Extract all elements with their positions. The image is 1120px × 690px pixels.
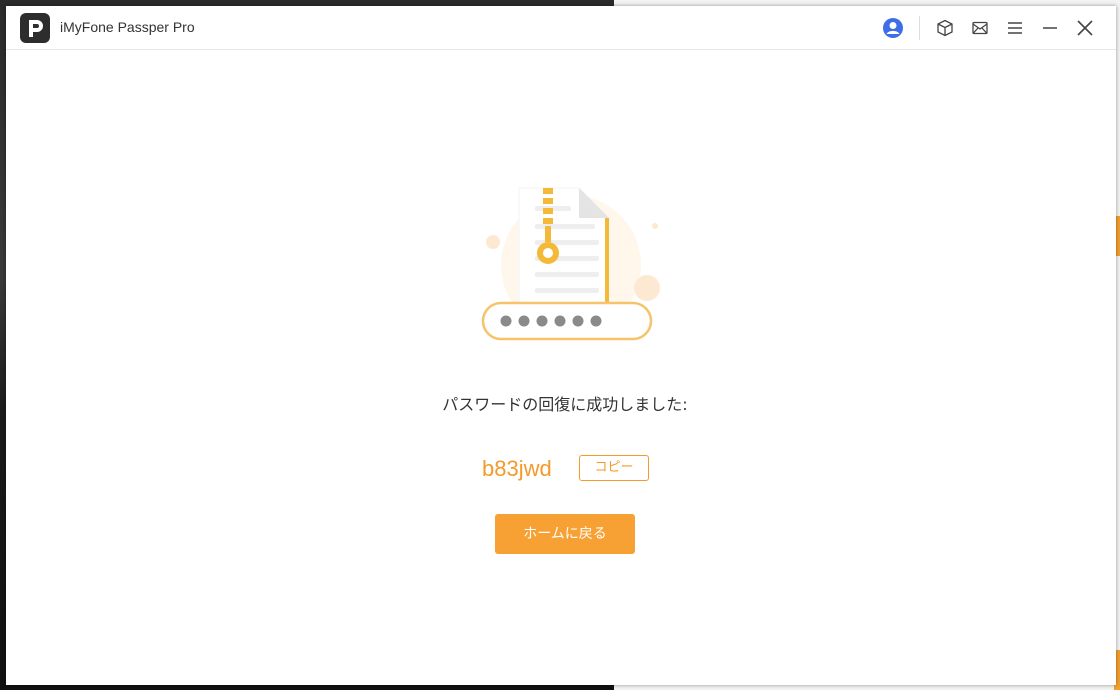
user-icon[interactable] xyxy=(880,15,906,41)
minimize-icon[interactable] xyxy=(1037,15,1063,41)
copy-button[interactable]: コピー xyxy=(579,455,649,481)
close-icon[interactable] xyxy=(1072,15,1098,41)
mail-icon[interactable] xyxy=(967,15,993,41)
menu-icon[interactable] xyxy=(1002,15,1028,41)
app-title: iMyFone Passper Pro xyxy=(60,19,195,35)
main-content: パスワードの回復に成功しました: b83jwd コピー ホームに戻る xyxy=(6,50,1116,685)
back-to-home-button[interactable]: ホームに戻る xyxy=(495,514,635,554)
box-icon[interactable] xyxy=(932,15,958,41)
success-message: パスワードの回復に成功しました: xyxy=(442,395,688,414)
title-bar: iMyFone Passper Pro xyxy=(6,6,1116,50)
titlebar-separator xyxy=(919,16,920,40)
app-window: iMyFone Passper Pro パスワードの回復に成功しました: b83… xyxy=(6,6,1116,685)
unlocked-file-illustration xyxy=(471,180,671,355)
recovered-password: b83jwd xyxy=(482,456,552,481)
app-logo xyxy=(20,13,50,43)
